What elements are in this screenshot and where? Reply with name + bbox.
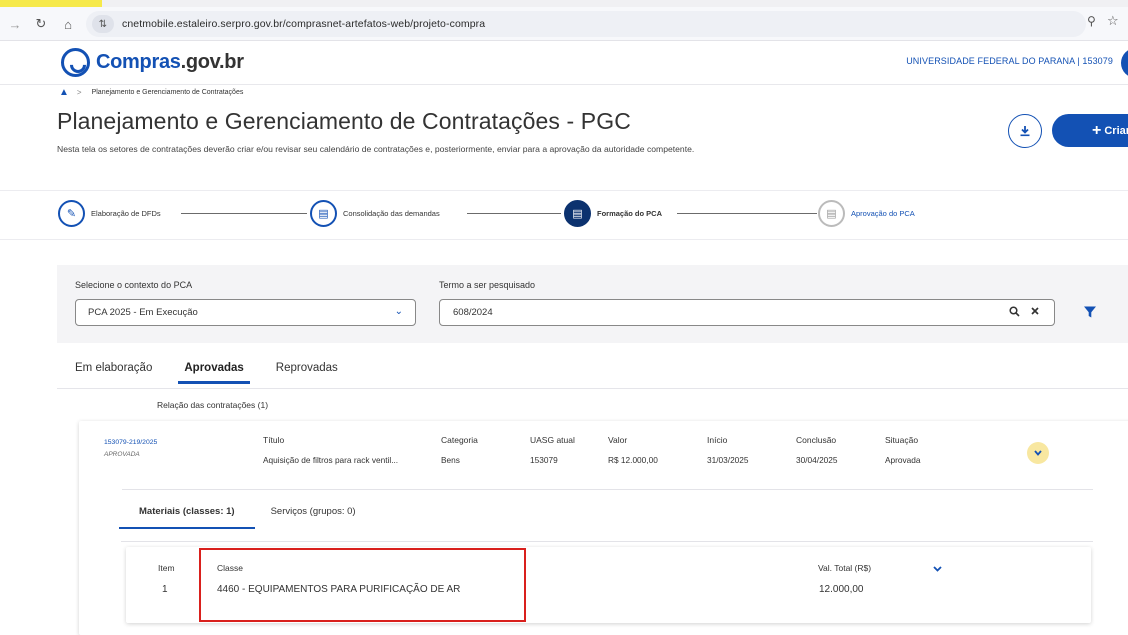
sort-chevron-icon[interactable] xyxy=(933,564,942,574)
logo-text-main: Compras xyxy=(96,51,181,73)
value-inicio: 31/03/2025 xyxy=(707,455,749,465)
reload-icon[interactable]: ↻ xyxy=(31,14,51,34)
step-label: Formação do PCA xyxy=(597,209,663,218)
breadcrumb-current: Planejamento e Gerenciamento de Contrata… xyxy=(91,89,244,96)
compras-logo[interactable]: Compras.gov.br xyxy=(61,48,244,77)
divider xyxy=(57,388,1128,389)
divider xyxy=(122,489,1093,490)
document-icon: ▤ xyxy=(564,200,591,227)
search-input[interactable]: 608/2024 xyxy=(439,299,1055,326)
search-icon[interactable] xyxy=(1009,306,1020,317)
context-select[interactable]: PCA 2025 - Em Execução ⌄ xyxy=(75,299,416,326)
bookmark-star-icon[interactable]: ☆ xyxy=(1107,13,1119,29)
header-categoria: Categoria xyxy=(441,435,478,445)
divider xyxy=(121,541,1093,542)
download-icon xyxy=(1020,126,1030,137)
divider xyxy=(0,190,1128,191)
zoom-icon[interactable]: ⚲ xyxy=(1087,14,1096,28)
approval-document-icon: ▤ xyxy=(818,200,845,227)
tab-reprovadas[interactable]: Reprovadas xyxy=(276,358,338,384)
search-label: Termo a ser pesquisado xyxy=(439,280,536,290)
item-type-tabs: Materiais (classes: 1) Serviços (grupos:… xyxy=(119,506,392,529)
header-item: Item xyxy=(158,563,175,573)
top-strip xyxy=(0,0,1128,7)
chevron-down-icon: ⌄ xyxy=(394,306,403,317)
header-inicio: Início xyxy=(707,435,728,445)
step-formacao-pca[interactable]: ▤ Formação do PCA xyxy=(564,200,662,227)
step-connector xyxy=(181,213,307,214)
step-connector xyxy=(677,213,817,214)
status-tabs: Em elaboração Aprovadas Reprovadas xyxy=(75,358,370,384)
contratacao-status-sub: APROVADA xyxy=(104,451,140,458)
tab-aprovadas[interactable]: Aprovadas xyxy=(178,358,251,384)
tab-em-elaboracao[interactable]: Em elaboração xyxy=(75,358,152,384)
plus-icon: + xyxy=(1092,121,1102,139)
url-text: cnetmobile.estaleiro.serpro.gov.br/compr… xyxy=(122,18,486,30)
row-item-number: 1 xyxy=(162,584,168,595)
tab-servicos[interactable]: Serviços (grupos: 0) xyxy=(271,506,356,529)
highlight-marker xyxy=(0,0,102,7)
chevron-down-icon xyxy=(1034,450,1042,456)
clear-icon[interactable] xyxy=(1030,306,1040,316)
value-uasg: 153079 xyxy=(530,455,558,465)
context-label: Selecione o contexto do PCA xyxy=(75,280,193,290)
org-name[interactable]: UNIVERSIDADE FEDERAL DO PARANA | 153079 xyxy=(906,56,1113,66)
search-input-value: 608/2024 xyxy=(453,307,493,318)
page-description: Nesta tela os setores de contratações de… xyxy=(57,144,695,154)
breadcrumb: ▲ > Planejamento e Gerenciamento de Cont… xyxy=(59,87,243,98)
step-connector xyxy=(467,213,561,214)
download-button[interactable] xyxy=(1008,114,1042,148)
create-button[interactable]: + Criar xyxy=(1052,114,1128,147)
relacao-count: Relação das contratações (1) xyxy=(157,400,269,410)
value-conclusao: 30/04/2025 xyxy=(796,455,838,465)
value-titulo: Aquisição de filtros para rack ventil... xyxy=(263,455,399,465)
filter-panel: Selecione o contexto do PCA PCA 2025 - E… xyxy=(57,265,1128,343)
step-label: Consolidação das demandas xyxy=(343,209,440,218)
row-val-total: 12.000,00 xyxy=(819,584,864,595)
header-uasg: UASG atual xyxy=(530,435,575,445)
clipboard-icon: ▤ xyxy=(310,200,337,227)
header-situacao: Situação xyxy=(885,435,919,445)
expand-button[interactable] xyxy=(1027,442,1049,464)
contratacao-id-link[interactable]: 153079-219/2025 xyxy=(104,439,157,446)
tab-materiais[interactable]: Materiais (classes: 1) xyxy=(119,506,255,529)
highlight-annotation-box xyxy=(199,548,526,622)
address-bar[interactable]: ⇅ cnetmobile.estaleiro.serpro.gov.br/com… xyxy=(86,11,1086,37)
avatar[interactable] xyxy=(1121,48,1128,78)
compras-logo-icon xyxy=(61,48,90,77)
header-conclusao: Conclusão xyxy=(796,435,837,445)
back-arrow-icon[interactable]: → xyxy=(5,14,25,34)
context-select-value: PCA 2025 - Em Execução xyxy=(88,307,198,318)
header-valor: Valor xyxy=(608,435,628,445)
site-settings-icon[interactable]: ⇅ xyxy=(92,15,114,33)
step-consolidacao-demandas[interactable]: ▤ Consolidação das demandas xyxy=(310,200,440,227)
browser-toolbar: → ↻ ⌂ ⇅ cnetmobile.estaleiro.serpro.gov.… xyxy=(0,7,1128,41)
value-valor: R$ 12.000,00 xyxy=(608,455,658,465)
step-label: Aprovação do PCA xyxy=(851,209,915,218)
filter-icon[interactable] xyxy=(1083,305,1097,319)
logo-text-domain: .gov.br xyxy=(180,51,244,73)
create-button-label: Criar xyxy=(1104,124,1128,137)
edit-document-icon: ✎ xyxy=(58,200,85,227)
home-breadcrumb-icon[interactable]: ▲ xyxy=(59,87,69,98)
site-header: Compras.gov.br UNIVERSIDADE FEDERAL DO P… xyxy=(0,41,1128,85)
page-title: Planejamento e Gerenciamento de Contrata… xyxy=(57,108,631,134)
value-categoria: Bens xyxy=(441,455,460,465)
header-titulo: Título xyxy=(263,435,285,445)
value-situacao: Aprovada xyxy=(885,455,921,465)
step-elaboracao-dfds[interactable]: ✎ Elaboração de DFDs xyxy=(58,200,161,227)
chevron-right-icon: > xyxy=(76,88,82,97)
step-label: Elaboração de DFDs xyxy=(91,209,161,218)
divider xyxy=(0,239,1128,240)
header-val-total: Val. Total (R$) xyxy=(818,563,872,573)
home-icon[interactable]: ⌂ xyxy=(58,14,78,34)
step-aprovacao-pca[interactable]: ▤ Aprovação do PCA xyxy=(818,200,915,227)
